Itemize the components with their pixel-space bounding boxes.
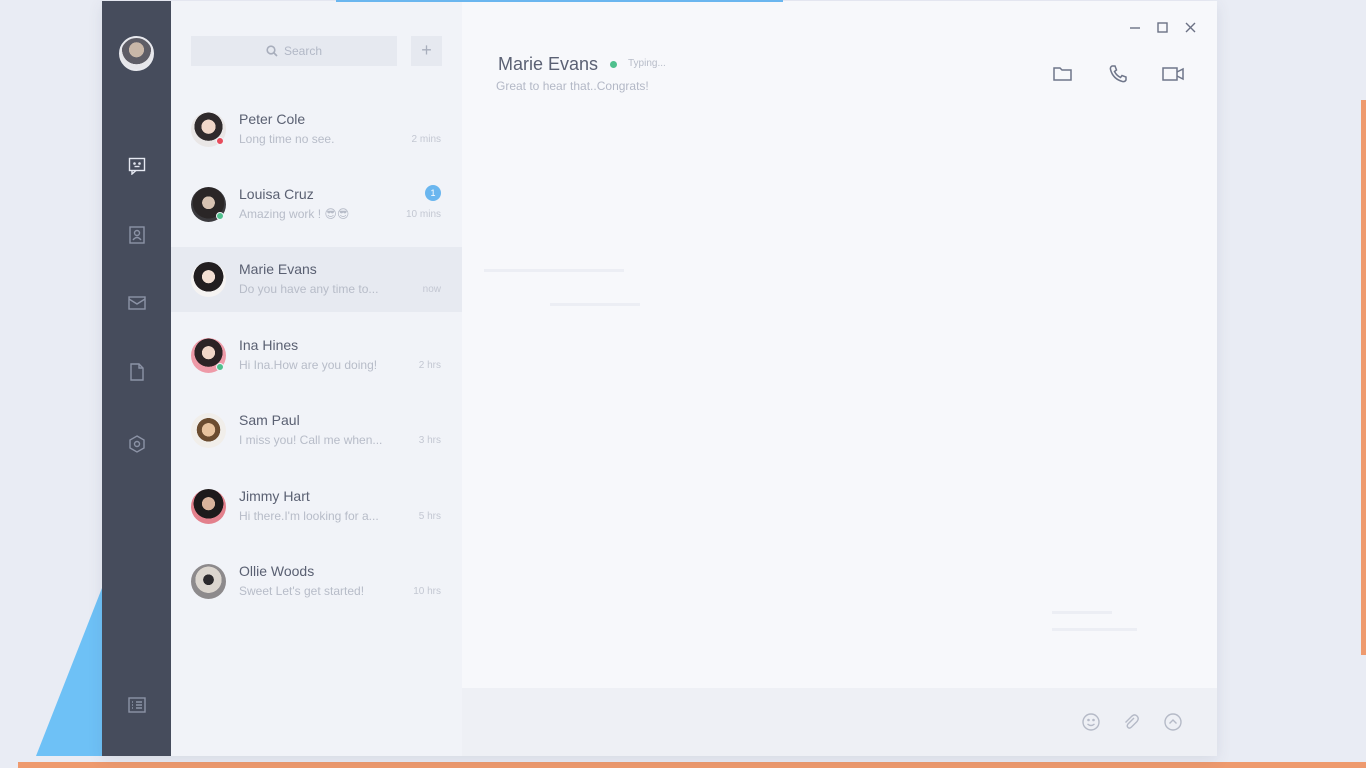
last-message: Hi there.I'm looking for a... [239, 509, 379, 523]
conversation-item[interactable]: Ollie Woods Sweet Let's get started! 10 … [171, 549, 462, 614]
contact-name: Peter Cole [239, 111, 306, 127]
settings-icon[interactable] [127, 434, 147, 454]
contact-name: Ina Hines [239, 337, 299, 353]
timestamp: 2 mins [411, 134, 441, 145]
minimize-icon[interactable] [1126, 19, 1154, 37]
online-indicator [610, 61, 617, 68]
chat-contact-name: Marie Evans [498, 54, 599, 74]
last-message: I miss you! Call me when... [239, 433, 383, 447]
nav-rail [102, 1, 171, 756]
unread-badge: 1 [425, 185, 441, 201]
last-message: Long time no see. [239, 132, 335, 146]
mail-icon[interactable] [127, 293, 147, 313]
window-controls [1126, 19, 1210, 37]
message-composer[interactable] [462, 688, 1217, 756]
timestamp: 2 hrs [418, 360, 441, 371]
last-message: Hi Ina.How are you doing! [239, 358, 378, 372]
avatar [191, 413, 226, 448]
maximize-icon[interactable] [1154, 19, 1182, 37]
emoji-icon[interactable] [1081, 712, 1101, 732]
avatar [191, 262, 226, 297]
faded-message-bubble [1052, 611, 1112, 614]
list-icon[interactable] [127, 695, 147, 715]
chat-subtitle: Great to hear that..Congrats! [496, 79, 649, 93]
status-dot-online [216, 363, 224, 371]
progress-line [336, 0, 783, 2]
add-conversation-button[interactable]: + [411, 36, 442, 66]
search-input[interactable]: Search [191, 36, 397, 66]
status-dot-busy [216, 137, 224, 145]
document-icon[interactable] [127, 362, 147, 382]
avatar [191, 564, 226, 599]
search-icon [266, 45, 278, 57]
timestamp: 5 hrs [418, 511, 441, 522]
faded-message-bubble [484, 269, 624, 272]
contact-name: Marie Evans [239, 261, 317, 277]
folder-icon[interactable] [1052, 63, 1074, 85]
contact-name: Jimmy Hart [239, 488, 310, 504]
status-dot-online [216, 212, 224, 220]
typing-status: Typing... [628, 58, 666, 69]
contact-name: Louisa Cruz [239, 186, 314, 202]
faded-message-bubble [550, 303, 640, 306]
my-avatar[interactable] [119, 36, 154, 71]
chat-icon[interactable] [127, 156, 147, 176]
close-icon[interactable] [1182, 19, 1210, 37]
contact-name: Sam Paul [239, 412, 300, 428]
messenger-window: Search + Peter Cole Long time no see. 2 … [102, 0, 1217, 756]
contact-name: Ollie Woods [239, 563, 315, 579]
last-message: Sweet Let's get started! [239, 584, 365, 598]
conversation-item[interactable]: Louisa Cruz 1 Amazing work ! 😎😎 10 mins [171, 172, 462, 237]
avatar [191, 489, 226, 524]
conversation-item[interactable]: Marie Evans Do you have any time to... n… [171, 247, 462, 312]
timestamp: 10 mins [405, 209, 441, 220]
background-stripe-bottom [18, 762, 1366, 768]
send-icon[interactable] [1163, 712, 1183, 732]
conversation-item[interactable]: Peter Cole Long time no see. 2 mins [171, 97, 462, 162]
timestamp: 3 hrs [418, 435, 441, 446]
faded-message-bubble [1052, 628, 1137, 631]
phone-icon[interactable] [1107, 63, 1129, 85]
search-placeholder: Search [283, 44, 323, 58]
attachment-icon[interactable] [1121, 712, 1141, 732]
chat-pane: Marie Evans Typing... Great to hear that… [336, 0, 1217, 756]
conversation-item[interactable]: Sam Paul I miss you! Call me when... 3 h… [171, 398, 462, 463]
last-message: Amazing work ! 😎😎 [239, 207, 350, 221]
conversation-list: Search + Peter Cole Long time no see. 2 … [171, 1, 462, 756]
video-call-icon[interactable] [1161, 63, 1184, 85]
timestamp: now [422, 284, 441, 295]
timestamp: 10 hrs [413, 586, 441, 597]
conversation-item[interactable]: Ina Hines Hi Ina.How are you doing! 2 hr… [171, 323, 462, 388]
conversation-item[interactable]: Jimmy Hart Hi there.I'm looking for a...… [171, 474, 462, 539]
last-message: Do you have any time to... [239, 282, 379, 296]
background-stripe-right [1361, 100, 1366, 655]
contacts-icon[interactable] [127, 225, 147, 245]
